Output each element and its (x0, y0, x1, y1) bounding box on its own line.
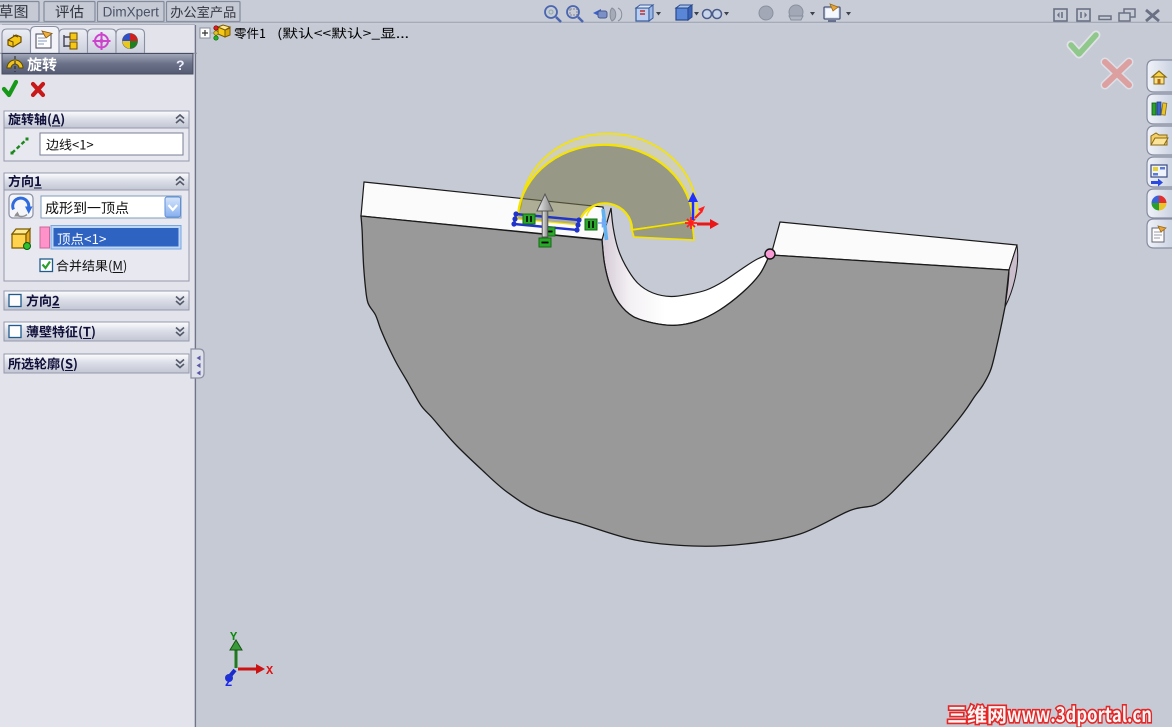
svg-text:Y: Y (230, 630, 238, 644)
svg-text:DimXpert: DimXpert (103, 5, 160, 20)
svg-text:X: X (266, 664, 274, 678)
svg-text:?: ? (176, 57, 185, 73)
svg-text:Z: Z (225, 676, 232, 690)
